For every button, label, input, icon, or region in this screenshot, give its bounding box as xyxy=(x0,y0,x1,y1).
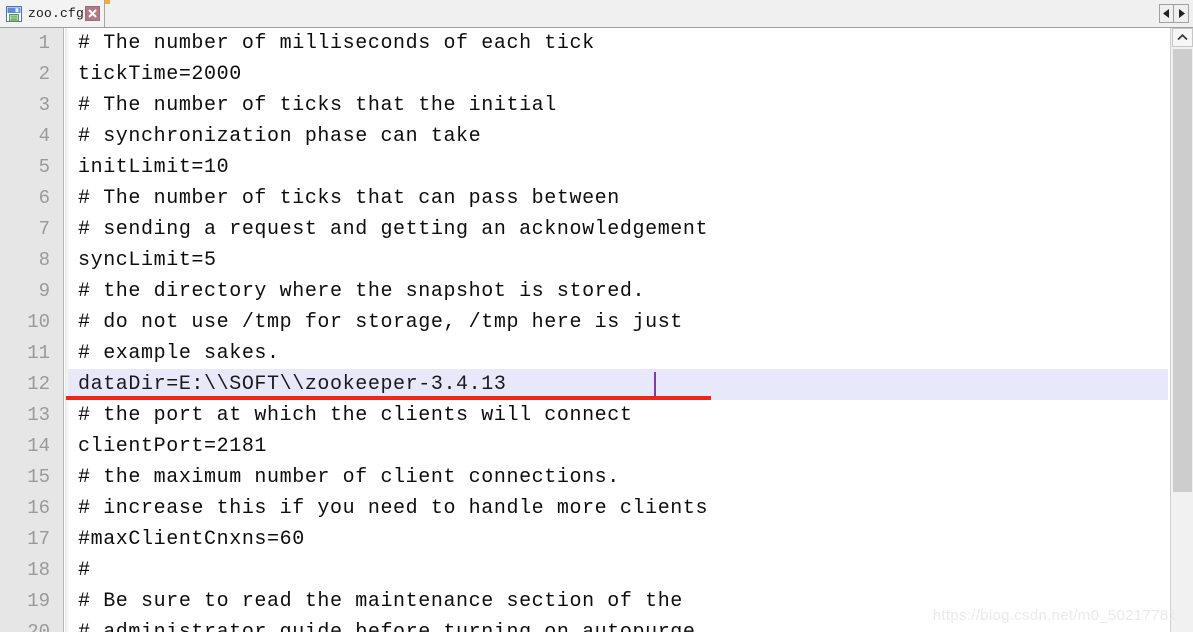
code-line[interactable]: 6 # The number of ticks that can pass be… xyxy=(0,183,1193,214)
line-text: #maxClientCnxns=60 xyxy=(78,528,305,551)
code-line[interactable]: 3 # The number of ticks that the initial xyxy=(0,90,1193,121)
code-line[interactable]: 19 # Be sure to read the maintenance sec… xyxy=(0,586,1193,617)
line-text: # The number of ticks that can pass betw… xyxy=(78,187,620,210)
line-text: initLimit=10 xyxy=(78,156,230,179)
line-number: 10 xyxy=(27,311,50,333)
code-line[interactable]: 18 # xyxy=(0,555,1193,586)
line-text: # The number of ticks that the initial xyxy=(78,94,557,117)
line-number: 7 xyxy=(38,218,50,240)
code-line[interactable]: 20 # administrator guide before turning … xyxy=(0,617,1193,632)
line-number: 20 xyxy=(27,621,50,632)
line-text: clientPort=2181 xyxy=(78,435,268,458)
line-number: 1 xyxy=(38,32,50,54)
line-number: 17 xyxy=(27,528,50,550)
code-line[interactable]: 7 # sending a request and getting an ack… xyxy=(0,214,1193,245)
code-line[interactable]: 15 # the maximum number of client connec… xyxy=(0,462,1193,493)
text-editor-window: zoo.cfg 1 # The number of milliseconds o… xyxy=(0,0,1193,632)
code-line[interactable]: 4 # synchronization phase can take xyxy=(0,121,1193,152)
text-caret xyxy=(654,372,656,398)
line-number: 6 xyxy=(38,187,50,209)
line-number: 18 xyxy=(27,559,50,581)
code-line[interactable]: 16 # increase this if you need to handle… xyxy=(0,493,1193,524)
close-icon[interactable] xyxy=(85,6,101,21)
save-floppy-icon xyxy=(6,5,22,22)
line-text: # the maximum number of client connectio… xyxy=(78,466,620,489)
line-text: # synchronization phase can take xyxy=(78,125,482,148)
scrollbar-thumb[interactable] xyxy=(1173,49,1192,492)
code-pane[interactable]: 1 # The number of milliseconds of each t… xyxy=(0,28,1193,632)
code-line[interactable]: 2 tickTime=2000 xyxy=(0,59,1193,90)
chevron-up-icon[interactable] xyxy=(1172,28,1193,47)
line-number: 9 xyxy=(38,280,50,302)
line-text: # the port at which the clients will con… xyxy=(78,404,633,427)
code-line[interactable]: 1 # The number of milliseconds of each t… xyxy=(0,28,1193,59)
editor-area[interactable]: 1 # The number of milliseconds of each t… xyxy=(0,28,1193,632)
code-line[interactable]: 5 initLimit=10 xyxy=(0,152,1193,183)
line-number: 3 xyxy=(38,94,50,116)
code-line[interactable]: 11 # example sakes. xyxy=(0,338,1193,369)
line-text: # xyxy=(78,559,91,582)
line-text: # administrator guide before turning on … xyxy=(78,617,708,632)
line-text: # increase this if you need to handle mo… xyxy=(78,497,709,520)
line-text: # example sakes. xyxy=(78,342,280,365)
tab-zoo-cfg[interactable]: zoo.cfg xyxy=(0,0,106,27)
line-number: 8 xyxy=(38,249,50,271)
line-text: # Be sure to read the maintenance sectio… xyxy=(78,590,683,613)
line-text: # the directory where the snapshot is st… xyxy=(78,280,646,303)
line-number: 15 xyxy=(27,466,50,488)
tab-label: zoo.cfg xyxy=(28,6,85,21)
line-text: # do not use /tmp for storage, /tmp here… xyxy=(78,311,683,334)
triangle-left-icon[interactable] xyxy=(1159,4,1174,23)
code-line[interactable]: 14 clientPort=2181 xyxy=(0,431,1193,462)
line-text: # The number of milliseconds of each tic… xyxy=(78,32,595,55)
code-line[interactable]: 17 #maxClientCnxns=60 xyxy=(0,524,1193,555)
code-line[interactable]: 8 syncLimit=5 xyxy=(0,245,1193,276)
code-line[interactable]: 10 # do not use /tmp for storage, /tmp h… xyxy=(0,307,1193,338)
line-number: 13 xyxy=(27,404,50,426)
line-number: 16 xyxy=(27,497,50,519)
line-text: tickTime=2000 xyxy=(78,63,242,86)
line-number: 19 xyxy=(27,590,50,612)
line-number: 11 xyxy=(27,342,50,364)
code-line[interactable]: 13 # the port at which the clients will … xyxy=(0,400,1193,431)
line-number: 5 xyxy=(38,156,50,178)
tab-scroll-controls xyxy=(1159,4,1189,23)
triangle-right-icon[interactable] xyxy=(1174,4,1189,23)
line-number: 4 xyxy=(38,125,50,147)
line-number: 12 xyxy=(27,373,50,395)
vertical-scrollbar[interactable] xyxy=(1170,28,1193,632)
line-text: # sending a request and getting an ackno… xyxy=(78,218,709,241)
line-number: 2 xyxy=(38,63,50,85)
tab-bar: zoo.cfg xyxy=(0,0,1193,28)
line-number: 14 xyxy=(27,435,50,457)
code-line[interactable]: 9 # the directory where the snapshot is … xyxy=(0,276,1193,307)
line-text: syncLimit=5 xyxy=(78,249,217,272)
code-line-active[interactable]: 12 dataDir=E:\\SOFT\\zookeeper-3.4.13 xyxy=(0,369,1193,400)
